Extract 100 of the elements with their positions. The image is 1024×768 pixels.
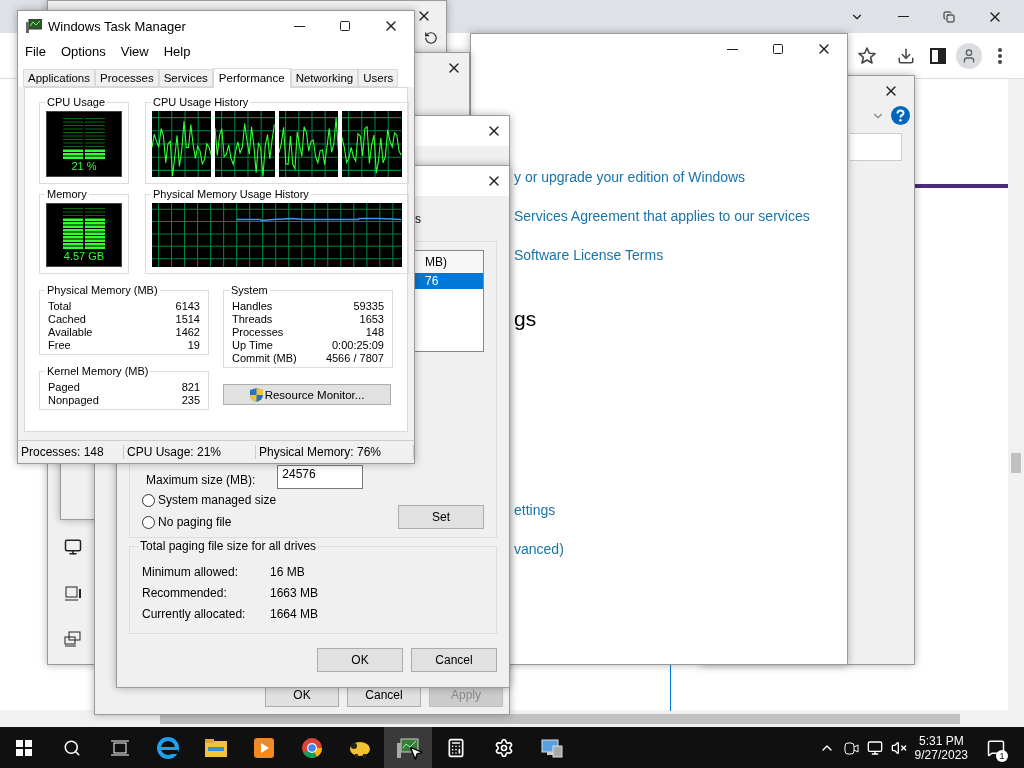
stat-label: Up Time xyxy=(232,339,274,351)
group-title: Physical Memory (MB) xyxy=(45,284,160,296)
stat-value: 1462 xyxy=(175,326,200,338)
settings-icon xyxy=(494,737,514,758)
tab[interactable]: Applications xyxy=(23,69,95,87)
label-fragment: s xyxy=(415,211,421,226)
network-icon xyxy=(866,739,883,756)
column-header: MB) xyxy=(425,255,447,269)
radio-button[interactable] xyxy=(142,515,155,529)
info-value: 1663 MB xyxy=(270,586,320,600)
devices-button[interactable] xyxy=(64,630,82,648)
radio-button[interactable] xyxy=(142,493,155,507)
menu-item[interactable]: Options xyxy=(60,44,106,58)
tab[interactable]: Users xyxy=(358,69,399,87)
maximize-icon xyxy=(772,43,784,55)
radio-label[interactable]: System managed size xyxy=(158,493,277,507)
dialog-button[interactable]: Cancel xyxy=(411,648,497,672)
clock-date: 9/27/2023 xyxy=(914,747,968,762)
tray-button[interactable] xyxy=(890,739,907,756)
chrome-icon xyxy=(301,736,323,759)
field-label: Maximum size (MB): xyxy=(146,473,256,489)
tray-button[interactable] xyxy=(866,739,883,756)
app-icon xyxy=(26,19,42,33)
status-text: Physical Memory: 76% xyxy=(256,445,414,460)
calculator-icon xyxy=(446,737,466,758)
stat-value: 4566 / 7807 xyxy=(325,352,384,364)
cpu-history-graph xyxy=(152,111,212,177)
menu-icon xyxy=(998,47,1002,64)
list-icon xyxy=(64,584,82,602)
star-icon xyxy=(858,47,876,64)
group-title: Total paging file size for all drives xyxy=(138,539,319,553)
maximize-icon xyxy=(339,20,351,32)
history-button[interactable] xyxy=(424,31,438,45)
info-label: Currently allocated: xyxy=(142,607,247,621)
menu-item[interactable]: Help xyxy=(163,44,191,58)
info-value: 1664 MB xyxy=(270,607,320,621)
input-field[interactable]: 24576 xyxy=(277,465,364,489)
tab[interactable]: Services xyxy=(158,69,213,87)
stat-label: Threads xyxy=(232,313,274,325)
radio-label[interactable]: No paging file xyxy=(158,515,232,529)
computer-icon xyxy=(541,737,563,758)
history-icon xyxy=(424,31,438,45)
tab[interactable]: Performance xyxy=(212,68,291,88)
menu-item[interactable]: File xyxy=(25,44,46,58)
tray-button[interactable] xyxy=(842,739,859,756)
minimize-icon xyxy=(897,16,909,17)
stat-value: 0:00:25:09 xyxy=(331,339,384,351)
settings-link[interactable]: vanced) xyxy=(514,540,847,559)
meter-reading: 4.57 GB xyxy=(63,250,105,262)
stat-value: 19 xyxy=(186,339,200,351)
task-view-icon xyxy=(111,739,129,756)
info-label: Minimum allowed: xyxy=(142,565,240,579)
search-icon xyxy=(63,738,81,757)
tab[interactable]: Processes xyxy=(95,69,159,87)
stat-label: Free xyxy=(48,339,72,351)
stat-value: 235 xyxy=(181,394,200,406)
mouse-pointer-icon xyxy=(408,745,424,761)
group-title: CPU Usage History xyxy=(151,96,251,108)
download-icon xyxy=(897,46,915,65)
stat-label: Handles xyxy=(232,300,274,312)
clock[interactable]: 5:31 PM 9/27/2023 xyxy=(914,733,968,762)
letter-e-browser-icon xyxy=(157,736,179,759)
window-title: Windows Task Manager xyxy=(48,18,186,34)
notifications-button[interactable]: 1 xyxy=(976,727,1016,768)
set-button[interactable]: Set xyxy=(398,505,484,529)
settings-link[interactable]: y or upgrade your edition of Windows xyxy=(514,168,847,187)
group-title: Kernel Memory (MB) xyxy=(45,365,151,377)
cpu-history-graph xyxy=(342,111,402,177)
windows-logo-icon xyxy=(16,739,32,756)
dialog-button[interactable]: OK xyxy=(317,648,403,672)
display-icon xyxy=(64,538,82,556)
menu-item[interactable]: View xyxy=(120,44,149,58)
list-button[interactable] xyxy=(64,584,82,602)
display-button[interactable] xyxy=(64,538,82,556)
media-player-icon xyxy=(254,737,274,758)
vertical-scrollbar[interactable] xyxy=(1008,79,1024,710)
info-label: Recommended: xyxy=(142,586,228,600)
notifications-icon xyxy=(987,738,1005,757)
stat-value: 821 xyxy=(181,381,200,393)
group-title: System xyxy=(229,284,270,296)
volume-muted-icon xyxy=(890,739,907,756)
minimize-icon xyxy=(726,48,738,50)
stat-label: Nonpaged xyxy=(48,394,100,406)
stat-label: Paged xyxy=(48,381,81,393)
profile-button[interactable] xyxy=(956,42,982,69)
help-icon[interactable] xyxy=(891,106,910,125)
person-icon xyxy=(961,47,977,64)
task-manager-icon xyxy=(397,737,419,758)
group-title: CPU Usage xyxy=(45,96,108,108)
resource-monitor-button[interactable]: Resource Monitor... xyxy=(223,384,391,405)
settings-link[interactable]: Services Agreement that applies to our services xyxy=(514,207,847,226)
input-field[interactable] xyxy=(850,133,902,161)
taskbar-app[interactable] xyxy=(384,727,432,768)
settings-link[interactable]: Software License Terms xyxy=(514,246,847,265)
section-heading: gs xyxy=(514,307,538,331)
stat-value: 6143 xyxy=(175,300,200,312)
stat-value: 1514 xyxy=(175,313,200,325)
tab[interactable]: Networking xyxy=(290,69,359,87)
stat-value: 1653 xyxy=(358,313,384,325)
settings-link[interactable]: ettings xyxy=(514,501,847,520)
